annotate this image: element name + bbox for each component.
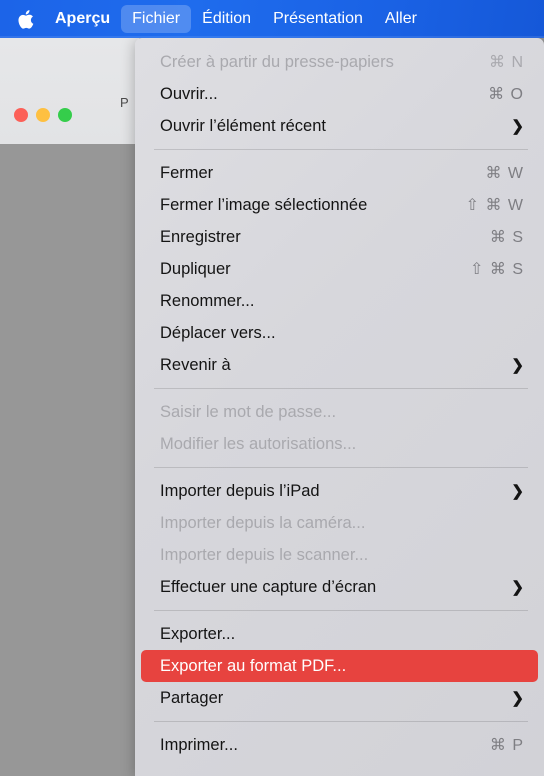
maximize-window-button[interactable] — [58, 108, 72, 122]
menu-item-label: Revenir à — [160, 355, 231, 374]
menu-item-label: Importer depuis le scanner... — [160, 545, 369, 564]
submenu-chevron-right-icon: ❯ — [511, 356, 524, 374]
menu-item-label: Déplacer vers... — [160, 323, 276, 342]
fichier-dropdown-menu: Créer à partir du presse-papiers ⌘ N Ouvri… — [135, 38, 544, 776]
menu-item-deplacer-vers[interactable]: Déplacer vers... — [141, 317, 538, 349]
menu-item-dupliquer[interactable]: Dupliquer ⇧ ⌘ S — [141, 253, 538, 285]
submenu-chevron-right-icon: ❯ — [511, 482, 524, 500]
menu-item-label: Dupliquer — [160, 259, 231, 278]
menubar-item-fichier[interactable]: Fichier — [121, 4, 192, 34]
menu-item-label: Exporter... — [160, 624, 236, 643]
menu-separator — [154, 388, 528, 389]
menu-item-shortcut: ⌘ P — [489, 737, 524, 754]
close-window-button[interactable] — [14, 108, 28, 122]
menu-item-label: Ouvrir... — [160, 84, 218, 103]
menu-bar: Aperçu Fichier Édition Présentation Alle… — [0, 0, 544, 38]
menu-item-label: Modifier les autorisations... — [160, 434, 357, 453]
menu-item-label: Ouvrir l’élément récent — [160, 116, 326, 135]
menubar-item-edition[interactable]: Édition — [191, 5, 262, 34]
menu-item-ouvrir[interactable]: Ouvrir... ⌘ O — [141, 78, 538, 110]
menubar-item-presentation[interactable]: Présentation — [262, 5, 374, 34]
menu-item-exporter[interactable]: Exporter... — [141, 618, 538, 650]
menu-item-label: Imprimer... — [160, 735, 238, 754]
menu-separator — [154, 721, 528, 722]
menu-item-fermer[interactable]: Fermer ⌘ W — [141, 157, 538, 189]
menu-item-label: Renommer... — [160, 291, 255, 310]
menu-item-partager[interactable]: Partager ❯ — [141, 682, 538, 714]
menu-item-revenir-a[interactable]: Revenir à ❯ — [141, 349, 538, 381]
menu-item-enregistrer[interactable]: Enregistrer ⌘ S — [141, 221, 538, 253]
menu-item-effectuer-une-capture-d-ecran[interactable]: Effectuer une capture d’écran ❯ — [141, 571, 538, 603]
menu-item-exporter-au-format-pdf[interactable]: Exporter au format PDF... — [141, 650, 538, 682]
menu-item-shortcut: ⌘ S — [489, 229, 524, 246]
menu-item-label: Effectuer une capture d’écran — [160, 577, 377, 596]
menu-item-label: Saisir le mot de passe... — [160, 402, 337, 421]
apple-logo-icon[interactable] — [14, 6, 36, 32]
menu-item-label: Importer depuis la caméra... — [160, 513, 366, 532]
menu-separator — [154, 467, 528, 468]
menu-separator — [154, 149, 528, 150]
menu-item-label: Importer depuis l’iPad — [160, 481, 320, 500]
menu-item-label: Créer à partir du presse-papiers — [160, 52, 394, 71]
menu-item-shortcut: ⌘ N — [489, 54, 524, 71]
menu-item-creer-a-partir-du-presse-papiers: Créer à partir du presse-papiers ⌘ N — [141, 46, 538, 78]
menu-item-saisir-le-mot-de-passe: Saisir le mot de passe... — [141, 396, 538, 428]
menu-item-label: Exporter au format PDF... — [160, 656, 347, 675]
submenu-chevron-right-icon: ❯ — [511, 117, 524, 135]
submenu-chevron-right-icon: ❯ — [511, 689, 524, 707]
menu-separator — [154, 610, 528, 611]
screen: P Aperçu Fichier Édition Présentation Al… — [0, 0, 544, 776]
menu-item-ouvrir-l-element-recent[interactable]: Ouvrir l’élément récent ❯ — [141, 110, 538, 142]
menu-item-shortcut: ⌘ O — [488, 86, 524, 103]
menubar-item-aller[interactable]: Aller — [374, 5, 428, 34]
menu-item-label: Fermer l’image sélectionnée — [160, 195, 368, 214]
menu-item-shortcut: ⌘ W — [485, 165, 524, 182]
menu-item-shortcut: ⇧ ⌘ S — [470, 261, 524, 278]
preview-window — [0, 38, 140, 144]
menu-item-shortcut: ⇧ ⌘ W — [465, 197, 524, 214]
menu-item-renommer[interactable]: Renommer... — [141, 285, 538, 317]
submenu-chevron-right-icon: ❯ — [511, 578, 524, 596]
window-traffic-lights — [14, 108, 72, 122]
minimize-window-button[interactable] — [36, 108, 50, 122]
menu-item-imprimer[interactable]: Imprimer... ⌘ P — [141, 729, 538, 761]
menu-item-label: Enregistrer — [160, 227, 241, 246]
menu-item-importer-depuis-l-ipad[interactable]: Importer depuis l’iPad ❯ — [141, 475, 538, 507]
menu-item-importer-depuis-la-camera: Importer depuis la caméra... — [141, 507, 538, 539]
menu-item-importer-depuis-le-scanner: Importer depuis le scanner... — [141, 539, 538, 571]
menubar-item-apercu[interactable]: Aperçu — [44, 5, 121, 34]
menu-item-modifier-les-autorisations: Modifier les autorisations... — [141, 428, 538, 460]
menu-item-label: Partager — [160, 688, 224, 707]
menu-item-label: Fermer — [160, 163, 214, 182]
menu-item-fermer-l-image-selectionnee[interactable]: Fermer l’image sélectionnée ⇧ ⌘ W — [141, 189, 538, 221]
